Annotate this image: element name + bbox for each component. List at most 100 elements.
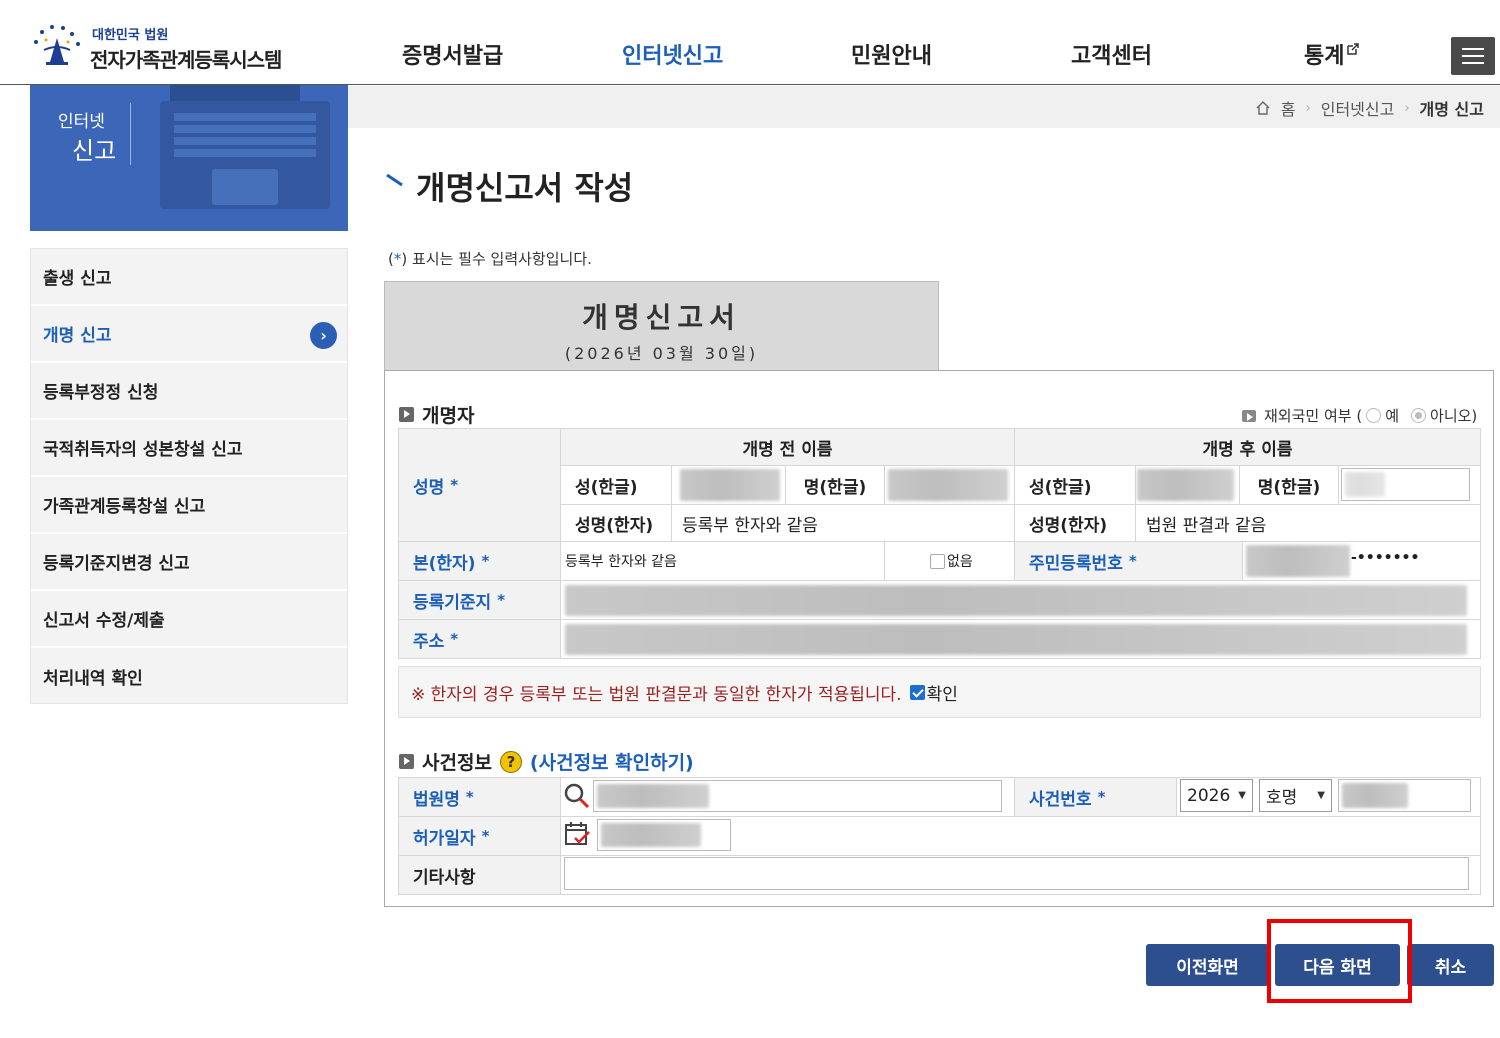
breadcrumb-bar: 홈 › 인터넷신고 › 개명 신고 (348, 86, 1500, 128)
sidebar-item-family-register-creation[interactable]: 가족관계등록창설 신고 (31, 477, 347, 534)
sidebar-item-label: 처리내역 확인 (43, 669, 143, 689)
sidebar-menu: 출생 신고 개명 신고 › 등록부정정 신청 국적취득자의 성본창설 신고 가족관… (30, 248, 348, 704)
case-year-select[interactable]: 2026 ▼ (1180, 779, 1253, 812)
before-hanja-value: 등록부 한자와 같음 (671, 504, 1015, 542)
required-note: (*) 표시는 필수 입력사항입니다. (388, 248, 592, 269)
bon-label: 본(한자) (413, 553, 476, 574)
sidebar-item-base-change[interactable]: 등록기준지변경 신고 (31, 534, 347, 591)
calendar-icon[interactable] (563, 820, 591, 848)
sidebar-item-birth-report[interactable]: 출생 신고 (31, 249, 347, 306)
breadcrumb-level1[interactable]: 인터넷신고 (1321, 96, 1395, 120)
title-accent-icon (386, 173, 403, 187)
address-label-cell: 주소 * (398, 619, 561, 659)
before-given-kr-label: 명(한글) (785, 465, 885, 505)
required-star-icon: * (1128, 552, 1137, 570)
dropdown-arrow-icon: ▼ (1317, 790, 1325, 801)
register-base-input[interactable] (565, 585, 1467, 616)
search-icon[interactable] (563, 782, 591, 810)
help-question-icon[interactable]: ? (499, 750, 522, 773)
breadcrumb-separator: › (1305, 100, 1311, 116)
prev-button[interactable]: 이전화면 (1146, 944, 1269, 986)
overseas-no-radio[interactable] (1411, 408, 1427, 423)
rrn-front-input[interactable] (1246, 545, 1350, 577)
required-star-icon: * (481, 552, 490, 570)
rrn-mask: -••••••• (1351, 550, 1420, 566)
rrn-label-cell: 주민등록번호 * (1014, 541, 1243, 581)
after-name-header-label: 개명 후 이름 (1202, 439, 1293, 460)
case-type-value: 호명 (1266, 788, 1298, 808)
confirm-label: 확인 (926, 684, 958, 705)
section-renamer-title: 개명자 (399, 401, 474, 428)
required-star-icon: * (1097, 788, 1106, 806)
logo-title: 전자가족관계등록시스템 (90, 48, 282, 72)
case-year-value: 2026 (1187, 785, 1231, 806)
banner-divider (130, 103, 131, 165)
address-input[interactable] (565, 624, 1467, 655)
before-surname-kr-label: 성(한글) (560, 465, 672, 505)
before-surname-kr-input[interactable] (680, 469, 780, 501)
cell-label: 명(한글) (803, 477, 867, 498)
sidebar-item-history[interactable]: 처리내역 확인 (31, 648, 347, 705)
bon-none-label: 없음 (947, 554, 973, 570)
name-label-cell: 성명 * (398, 428, 561, 542)
nav-statistics[interactable]: 통계 (1304, 38, 1360, 70)
breadcrumb: 홈 › 인터넷신고 › 개명 신고 (1255, 96, 1484, 120)
overseas-no-label: 아니오) (1430, 407, 1478, 425)
before-given-kr-input[interactable] (888, 469, 1008, 501)
case-number-value (1342, 783, 1408, 808)
section-case-info-label: 사건정보 (422, 752, 492, 774)
breadcrumb-current: 개명 신고 (1419, 100, 1484, 119)
nav-certificate[interactable]: 증명서발급 (402, 38, 503, 70)
home-icon[interactable] (1255, 100, 1271, 116)
before-hanja-text: 등록부 한자와 같음 (682, 515, 818, 536)
register-base-label-cell: 등록기준지 * (398, 580, 561, 620)
sidebar-item-label: 신고서 수정/제출 (43, 611, 165, 631)
case-type-select[interactable]: 호명 ▼ (1259, 779, 1332, 812)
rrn-label: 주민등록번호 (1029, 553, 1123, 574)
breadcrumb-home[interactable]: 홈 (1281, 96, 1296, 120)
cancel-button[interactable]: 취소 (1407, 944, 1494, 986)
cell-label: 성명(한자) (1029, 515, 1108, 536)
confirm-checkbox[interactable] (909, 684, 925, 700)
sidebar-item-edit-submit[interactable]: 신고서 수정/제출 (31, 591, 347, 648)
cell-label: 명(한글) (1257, 477, 1321, 498)
nav-internet-report[interactable]: 인터넷신고 (622, 38, 723, 70)
banner-title-line2: 신고 (72, 137, 117, 165)
after-hanja-label: 성명(한자) (1014, 504, 1136, 542)
site-logo[interactable]: 대한민국 법원 전자가족관계등록시스템 (30, 18, 300, 74)
after-surname-kr-input[interactable] (1137, 469, 1234, 501)
sidebar-item-label: 등록부정정 신청 (43, 383, 159, 403)
overseas-yes-radio[interactable] (1366, 408, 1382, 423)
other-label: 기타사항 (413, 867, 476, 888)
page-title: 개명신고서 작성 (416, 169, 634, 207)
case-number-label-cell: 사건번호 * (1014, 777, 1177, 817)
breadcrumb-separator: › (1404, 100, 1410, 116)
permit-date-label-cell: 허가일자 * (398, 816, 561, 856)
hanja-notice: ※ 한자의 경우 등록부 또는 법원 판결문과 동일한 한자가 적용됩니다. 확… (398, 666, 1481, 718)
nav-civil-guide[interactable]: 민원안내 (851, 38, 932, 70)
case-number-label: 사건번호 (1029, 789, 1092, 810)
nav-statistics-label: 통계 (1304, 44, 1345, 69)
permit-date-label: 허가일자 (413, 828, 476, 849)
sidebar-item-name-change[interactable]: 개명 신고 › (31, 306, 347, 363)
court-label: 법원명 (413, 789, 460, 810)
hamburger-icon[interactable] (1451, 37, 1495, 75)
overseas-yes-label: 예 (1385, 407, 1400, 425)
court-input-value (597, 784, 709, 808)
required-star-icon: * (481, 827, 490, 845)
case-info-help-link[interactable]: (사건정보 확인하기) (530, 748, 694, 775)
section-renamer-label: 개명자 (422, 405, 475, 427)
bon-label-cell: 본(한자) * (398, 541, 561, 581)
section-case-info-title: 사건정보 ? (사건정보 확인하기) (399, 748, 694, 775)
nav-customer-center[interactable]: 고객센터 (1071, 38, 1152, 70)
sidebar-item-register-correction[interactable]: 등록부정정 신청 (31, 363, 347, 420)
next-button-highlight (1267, 919, 1412, 1003)
sidebar-item-surname-creation[interactable]: 국적취득자의 성본창설 신고 (31, 420, 347, 477)
required-star-icon: * (465, 788, 474, 806)
logo-subtitle: 대한민국 법원 (92, 28, 169, 43)
name-label: 성명 (413, 477, 445, 498)
required-star-icon: * (450, 630, 459, 648)
confirm-group: 확인 (909, 680, 958, 705)
bon-none-checkbox[interactable] (930, 553, 945, 569)
other-input[interactable] (564, 857, 1469, 890)
